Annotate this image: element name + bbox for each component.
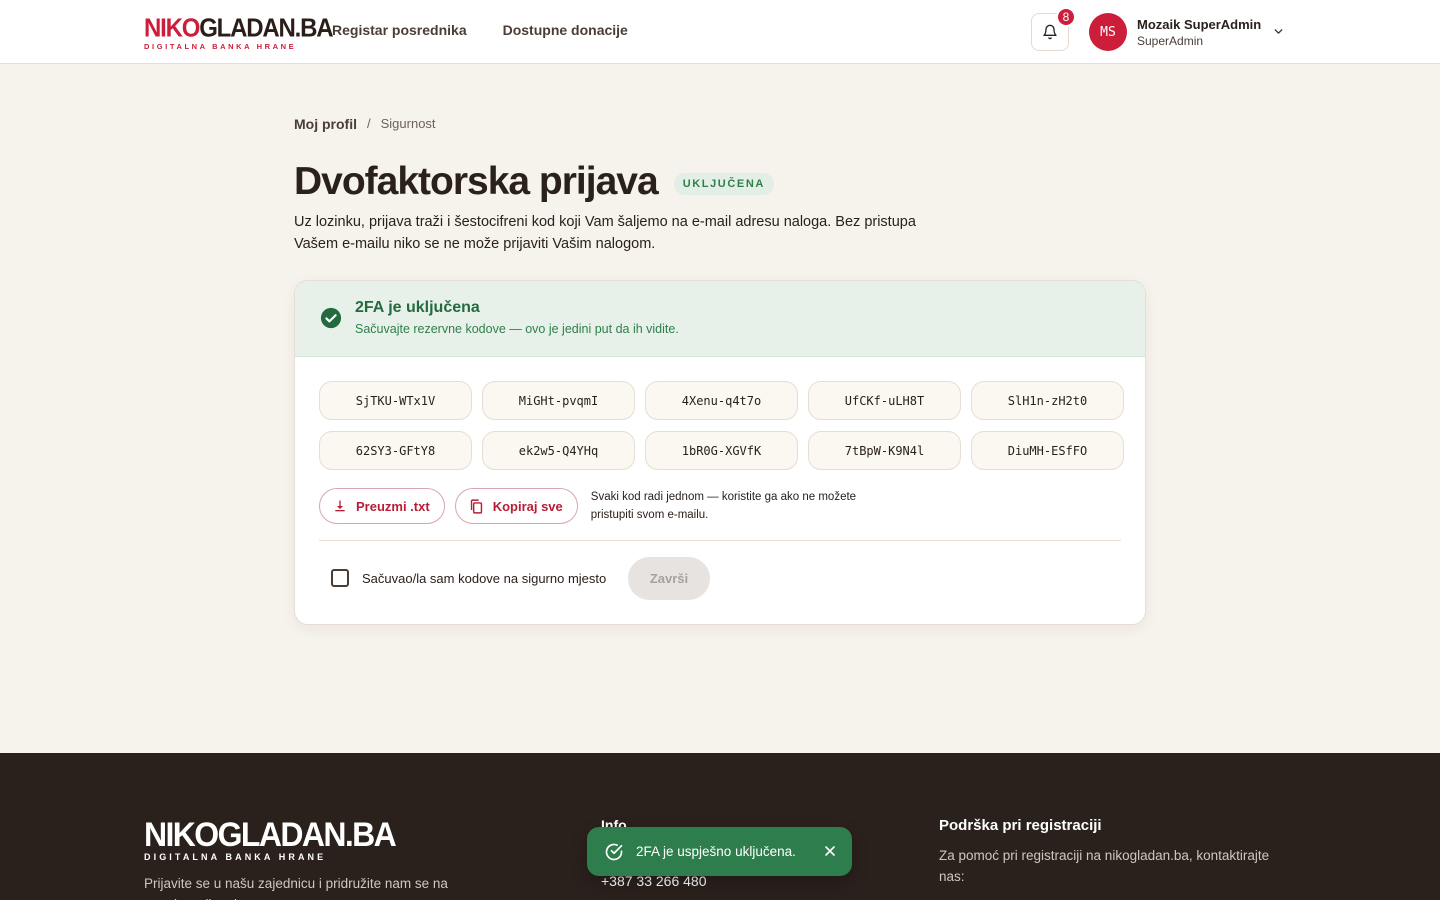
download-txt-label: Preuzmi .txt [356,498,430,514]
backup-code: MiGHt-pvqmI [482,381,635,420]
main-nav: Registar posrednika Dostupne donacije [332,22,628,38]
user-info: Mozaik SuperAdmin SuperAdmin [1137,17,1261,48]
copy-icon [470,498,482,514]
code-actions: Preuzmi .txt Kopiraj sve Svaki kod radi … [319,488,891,524]
backup-codes-card: 2FA je uključena Sačuvajte rezervne kodo… [294,280,1146,625]
toast-message: 2FA je uspješno uključena. [636,844,796,859]
footer-logo[interactable]: NIKOGLADAN.BA DIGITALNA BANKA HRANE [144,814,397,862]
backup-code: 4Xenu-q4t7o [645,381,798,420]
breadcrumb-current: Sigurnost [380,116,436,131]
finish-button[interactable]: Završi [628,557,710,600]
banner-title: 2FA je uključena [355,299,480,316]
avatar: MS [1089,13,1127,51]
copy-all-label: Kopiraj sve [492,498,563,514]
footer-support-text: Za pomoć pri registraciji na nikogladan.… [939,848,1270,884]
backup-code: 1bR0G-XGVfK [645,431,798,470]
page-title: Dvofaktorska prijava [294,160,659,203]
success-banner: 2FA je uključena Sačuvajte rezervne kodo… [295,281,1145,357]
user-name: Mozaik SuperAdmin [1137,16,1262,32]
backup-code: SlH1n-zH2t0 [971,381,1124,420]
backup-code: 62SY3-GFtY8 [319,431,472,470]
copy-all-button[interactable]: Kopiraj sve [454,488,578,524]
banner-subtitle: Sačuvajte rezervne kodove — ovo je jedin… [355,322,679,336]
backup-codes-grid: SjTKU-WTx1V MiGHt-pvqmI 4Xenu-q4t7o UfCK… [319,381,1124,470]
confirm-saved-checkbox[interactable] [331,569,349,587]
logo-tagline: DIGITALNA BANKA HRANE [144,42,297,51]
user-role: SuperAdmin [1137,33,1204,48]
chevron-down-icon[interactable] [1272,25,1285,38]
breadcrumb: Moj profil / Sigurnost [294,116,436,132]
bell-icon [1043,24,1057,40]
nav-dostupne-donacije[interactable]: Dostupne donacije [503,22,628,38]
confirm-saved-label[interactable]: Sačuvao/la sam kodove na sigurno mjesto [362,571,606,586]
backup-code: UfCKf-uLH8T [808,381,961,420]
footer-join-text: Prijavite se u našu zajednicu i pridruži… [144,876,448,900]
backup-code: DiuMH-ESfFO [971,431,1124,470]
divider [319,540,1121,541]
backup-code: ek2w5-Q4YHq [482,431,635,470]
breadcrumb-separator: / [367,116,371,131]
title-row: Dvofaktorska prijava UKLJUČENA [294,160,774,204]
nav-registar-posrednika[interactable]: Registar posrednika [332,22,467,38]
footer-logo-wordmark: NIKOGLADAN.BA [144,814,397,854]
status-badge: UKLJUČENA [673,173,774,195]
notification-count-badge: 8 [1056,7,1076,27]
top-header: NIKOGLADAN.BA DIGITALNA BANKA HRANE Regi… [0,0,1440,64]
page-description: Uz lozinku, prijava traži i šestocifreni… [294,214,916,252]
success-toast: 2FA je uspješno uključena. [587,827,852,876]
check-circle-outline-icon [605,843,623,860]
download-icon [335,500,345,512]
breadcrumb-moj-profil[interactable]: Moj profil [294,116,357,132]
backup-code: 7tBpW-K9N4l [808,431,961,470]
download-txt-button[interactable]: Preuzmi .txt [319,488,445,524]
notifications-button[interactable]: 8 [1031,7,1076,51]
user-menu[interactable]: MS Mozaik SuperAdmin SuperAdmin [1089,13,1261,51]
backup-code: SjTKU-WTx1V [319,381,472,420]
check-circle-icon [320,307,342,329]
logo-wordmark: NIKOGLADAN.BA [144,13,334,43]
footer-support-title: Podrška pri registraciji [939,817,1102,834]
site-logo[interactable]: NIKOGLADAN.BA DIGITALNA BANKA HRANE [144,13,334,51]
codes-hint: Svaki kod radi jednom — koristite ga ako… [590,491,857,521]
close-icon[interactable] [822,843,838,859]
confirm-saved-row[interactable]: Sačuvao/la sam kodove na sigurno mjesto [331,569,606,587]
